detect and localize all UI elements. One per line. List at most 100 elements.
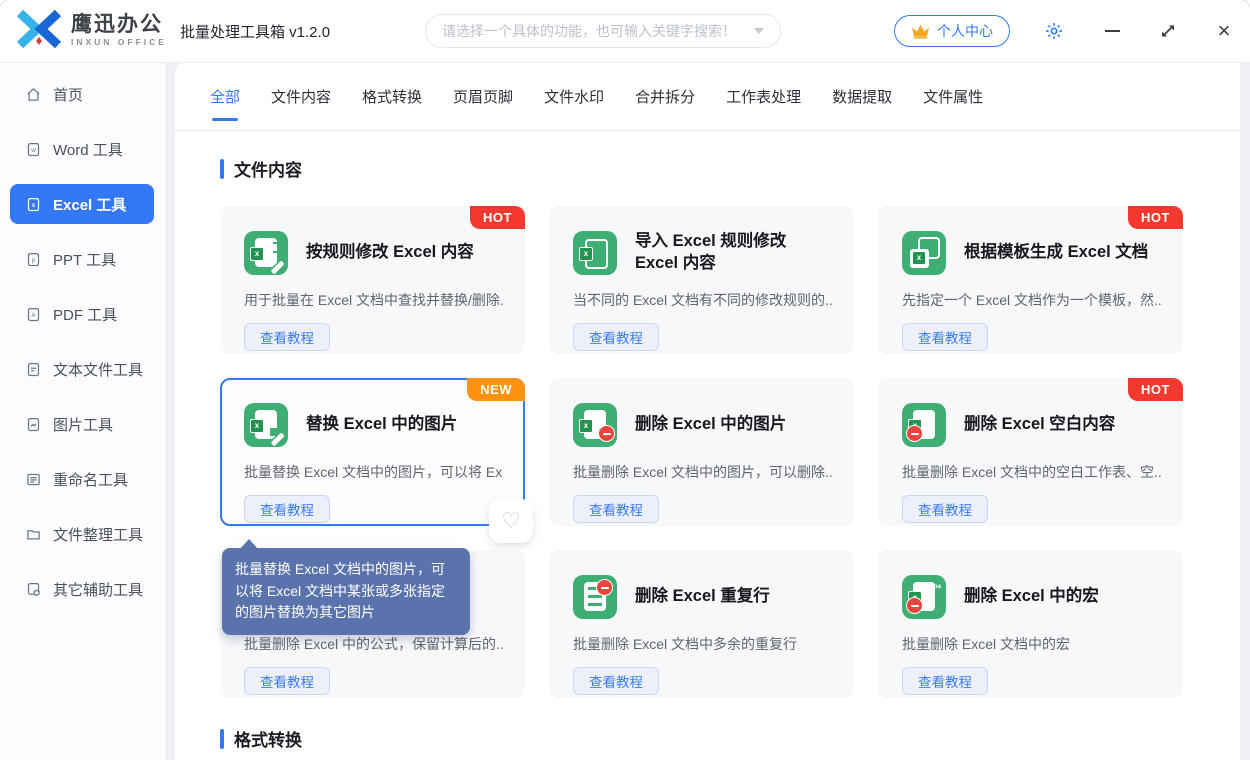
- card-description: 批量删除 Excel 文档中的图片，可以删除...: [573, 462, 832, 482]
- settings-button[interactable]: [1040, 0, 1068, 62]
- excel-doc-icon: x: [26, 197, 41, 212]
- card-description: 批量删除 Excel 文档中的空白工作表、空...: [902, 462, 1161, 482]
- tab-all[interactable]: 全部: [210, 86, 240, 107]
- tab-merge-split[interactable]: 合并拆分: [635, 86, 695, 107]
- card-replace-excel-images[interactable]: NEW x 替换 Excel 中的图片 批量替换 Excel 文档中的图片，可以…: [220, 378, 525, 526]
- card-template-generate-excel[interactable]: HOT x 根据模板生成 Excel 文档 先指定一个 Excel 文档作为一个…: [878, 206, 1183, 354]
- card-title: 导入 Excel 规则修改 Excel 内容: [635, 231, 832, 275]
- sidebar-item-home[interactable]: 首页: [10, 74, 154, 114]
- section-accent-bar: [220, 159, 224, 179]
- card-tooltip: 批量替换 Excel 文档中的图片，可以将 Excel 文档中某张或多张指定的图…: [222, 548, 470, 635]
- card-title: 根据模板生成 Excel 文档: [964, 242, 1148, 264]
- minimize-button[interactable]: [1096, 0, 1128, 62]
- sidebar-item-rename-tools[interactable]: 重命名工具: [10, 459, 154, 499]
- svg-text:p: p: [32, 257, 36, 264]
- section-file-content: 文件内容: [220, 156, 302, 181]
- tab-worksheet[interactable]: 工作表处理: [726, 86, 801, 107]
- gear-icon: [1044, 21, 1064, 41]
- doc-shield-icon: [26, 582, 41, 597]
- category-tabs: 全部 文件内容 格式转换 页眉页脚 文件水印 合并拆分 工作表处理 数据提取 文…: [210, 62, 983, 130]
- maximize-button[interactable]: [1152, 0, 1184, 62]
- sidebar-item-text-file-tools[interactable]: 文本文件工具: [10, 349, 154, 389]
- view-tutorial-button[interactable]: 查看教程: [244, 323, 330, 351]
- rename-list-icon: [26, 472, 41, 487]
- sidebar-item-ppt-tools[interactable]: p PPT 工具: [10, 239, 154, 279]
- section-title: 文件内容: [234, 156, 302, 181]
- view-tutorial-button[interactable]: 查看教程: [902, 495, 988, 523]
- view-tutorial-button[interactable]: 查看教程: [902, 667, 988, 695]
- section-title: 格式转换: [234, 726, 302, 751]
- favorite-button[interactable]: ♡: [489, 499, 533, 543]
- card-description: 批量删除 Excel 文档中多余的重复行: [573, 634, 832, 654]
- close-button[interactable]: ×: [1208, 0, 1240, 62]
- excel-duplicate-rows-delete-icon: [573, 575, 617, 619]
- card-title: 删除 Excel 中的图片: [635, 414, 786, 436]
- card-title: 按规则修改 Excel 内容: [306, 242, 474, 264]
- tab-file-content[interactable]: 文件内容: [271, 86, 331, 107]
- sidebar: 首页 w Word 工具 x Excel 工具 p PPT 工具 A PDF 工…: [0, 62, 167, 760]
- svg-text:w: w: [30, 147, 36, 154]
- sidebar-item-label: PDF 工具: [53, 304, 117, 325]
- view-tutorial-button[interactable]: 查看教程: [244, 495, 330, 523]
- resize-diagonal-icon: [1160, 23, 1176, 39]
- card-title: 删除 Excel 重复行: [635, 586, 770, 608]
- personal-center-button[interactable]: 个人中心: [894, 15, 1010, 47]
- text-doc-icon: [26, 362, 41, 377]
- view-tutorial-button[interactable]: 查看教程: [573, 667, 659, 695]
- sidebar-item-word-tools[interactable]: w Word 工具: [10, 129, 154, 169]
- minimize-icon: [1105, 30, 1120, 32]
- sidebar-item-file-organize-tools[interactable]: 文件整理工具: [10, 514, 154, 554]
- sidebar-item-pdf-tools[interactable]: A PDF 工具: [10, 294, 154, 334]
- tab-data-extract[interactable]: 数据提取: [832, 86, 892, 107]
- app-window: 鹰迅办公 INXUN OFFICE 批量处理工具箱 v1.2.0 请选择一个具体…: [0, 0, 1250, 760]
- card-description: 用于批量在 Excel 文档中查找并替换/删除...: [244, 290, 503, 310]
- word-doc-icon: w: [26, 142, 41, 157]
- card-title: 删除 Excel 空白内容: [964, 414, 1115, 436]
- crown-icon: [911, 24, 930, 39]
- card-delete-excel-images[interactable]: x 删除 Excel 中的图片 批量删除 Excel 文档中的图片，可以删除..…: [549, 378, 854, 526]
- view-tutorial-button[interactable]: 查看教程: [244, 667, 330, 695]
- tab-file-attrs[interactable]: 文件属性: [923, 86, 983, 107]
- sidebar-item-label: 文件整理工具: [53, 524, 143, 545]
- home-icon: [26, 87, 41, 102]
- card-description: 当不同的 Excel 文档有不同的修改规则的...: [573, 290, 832, 310]
- tab-format-convert[interactable]: 格式转换: [362, 86, 422, 107]
- hot-badge: HOT: [470, 206, 525, 229]
- card-delete-excel-blank[interactable]: HOT x 删除 Excel 空白内容 批量删除 Excel 文档中的空白工作表…: [878, 378, 1183, 526]
- search-placeholder: 请选择一个具体的功能，也可输入关键字搜索！: [442, 21, 746, 41]
- folder-icon: [26, 527, 41, 542]
- tabs-divider: [175, 130, 1240, 131]
- card-delete-excel-duplicate-rows[interactable]: 删除 Excel 重复行 批量删除 Excel 文档中多余的重复行 查看教程: [549, 550, 854, 698]
- sidebar-item-label: 图片工具: [53, 414, 113, 435]
- excel-macro-delete-icon: vbax: [902, 575, 946, 619]
- tab-watermark[interactable]: 文件水印: [544, 86, 604, 107]
- card-import-rule-excel[interactable]: x 导入 Excel 规则修改 Excel 内容 当不同的 Excel 文档有不…: [549, 206, 854, 354]
- title-bar: 鹰迅办公 INXUN OFFICE 批量处理工具箱 v1.2.0 请选择一个具体…: [0, 0, 1250, 63]
- logo-cn-text: 鹰迅办公: [71, 14, 167, 35]
- excel-image-replace-icon: x: [244, 403, 288, 447]
- ppt-doc-icon: p: [26, 252, 41, 267]
- excel-import-rule-icon: x: [573, 231, 617, 275]
- chevron-down-icon: [754, 28, 764, 34]
- sidebar-item-other-tools[interactable]: 其它辅助工具: [10, 569, 154, 609]
- section-format-convert: 格式转换: [220, 726, 302, 751]
- view-tutorial-button[interactable]: 查看教程: [573, 323, 659, 351]
- new-badge: NEW: [467, 378, 525, 401]
- card-title: 替换 Excel 中的图片: [306, 414, 457, 436]
- excel-blank-delete-icon: x: [902, 403, 946, 447]
- sidebar-item-label: 首页: [53, 84, 83, 105]
- sidebar-item-label: 重命名工具: [53, 469, 128, 490]
- function-search-select[interactable]: 请选择一个具体的功能，也可输入关键字搜索！: [425, 14, 781, 48]
- sidebar-item-label: Word 工具: [53, 139, 123, 160]
- image-doc-icon: [26, 417, 41, 432]
- hot-badge: HOT: [1128, 378, 1183, 401]
- card-rule-edit-excel[interactable]: HOT x 按规则修改 Excel 内容 用于批量在 Excel 文档中查找并替…: [220, 206, 525, 354]
- view-tutorial-button[interactable]: 查看教程: [573, 495, 659, 523]
- sidebar-item-image-tools[interactable]: 图片工具: [10, 404, 154, 444]
- excel-image-delete-icon: x: [573, 403, 617, 447]
- tab-header-footer[interactable]: 页眉页脚: [453, 86, 513, 107]
- card-delete-excel-macros[interactable]: vbax 删除 Excel 中的宏 批量删除 Excel 文档中的宏 查看教程: [878, 550, 1183, 698]
- view-tutorial-button[interactable]: 查看教程: [902, 323, 988, 351]
- sidebar-item-excel-tools[interactable]: x Excel 工具: [10, 184, 154, 224]
- sidebar-item-label: 其它辅助工具: [53, 579, 143, 600]
